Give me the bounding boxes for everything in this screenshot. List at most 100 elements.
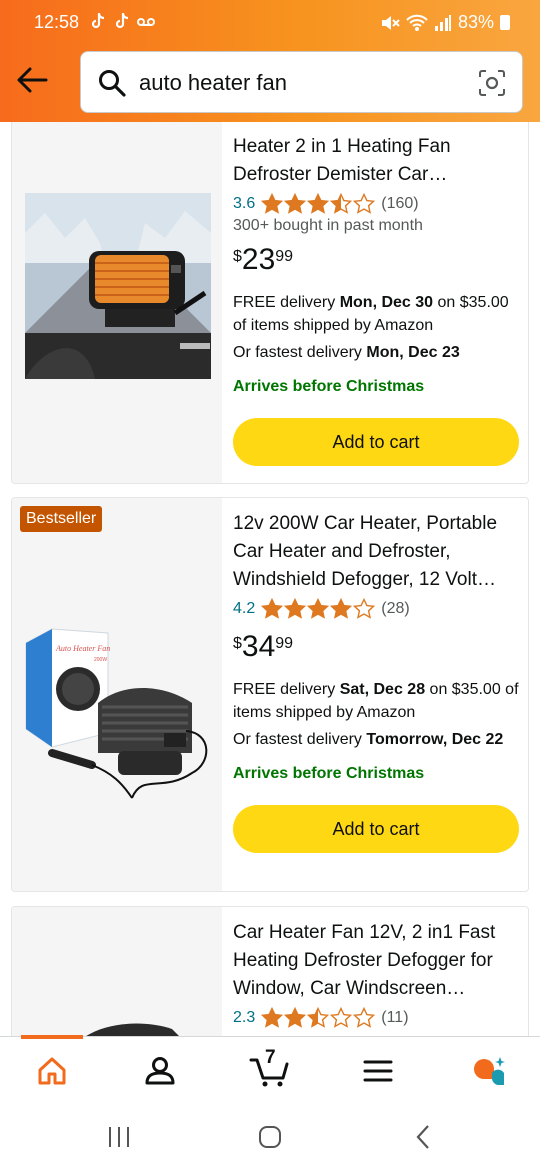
- search-bar[interactable]: auto heater fan: [80, 51, 523, 113]
- product-details: Heater 2 in 1 Heating Fan Defroster Demi…: [233, 122, 523, 466]
- review-count[interactable]: (11): [381, 1009, 408, 1027]
- star-icon: [284, 598, 307, 619]
- price-fraction: 99: [275, 635, 294, 652]
- home-circle-icon: [259, 1126, 281, 1148]
- product-card[interactable]: Heater 2 in 1 Heating Fan Defroster Demi…: [11, 122, 529, 484]
- chevron-left-icon: [416, 1125, 429, 1149]
- star-icon: [353, 193, 376, 214]
- cart-count: 7: [265, 1047, 276, 1068]
- rating-row[interactable]: 3.6 (160): [233, 193, 523, 215]
- notification-icons: [88, 11, 156, 31]
- bestseller-badge: Bestseller: [20, 506, 103, 532]
- product-details: 12v 200W Car Heater, Portable Car Heater…: [233, 498, 523, 853]
- price: $ 23 99: [233, 245, 523, 275]
- add-to-cart-button[interactable]: Add to cart: [233, 805, 519, 853]
- delivery-prefix: FREE delivery: [233, 681, 340, 698]
- fastest-date: Mon, Dec 23: [366, 344, 460, 361]
- status-time: 12:58: [34, 12, 80, 32]
- rating-row[interactable]: 4.2 (28): [233, 598, 523, 620]
- delivery-info: FREE delivery Mon, Dec 30 on $35.00 of i…: [233, 291, 523, 337]
- nav-cart[interactable]: 7: [248, 1047, 292, 1091]
- star-icon: [353, 1007, 376, 1028]
- bottom-nav: 7: [0, 1035, 540, 1104]
- fastest-delivery: Or fastest delivery Mon, Dec 23: [233, 341, 523, 364]
- arrives-before: Arrives before Christmas: [233, 765, 425, 782]
- nav-account[interactable]: [140, 1051, 180, 1091]
- add-to-cart-button[interactable]: Add to cart: [233, 418, 519, 466]
- fastest-date: Tomorrow, Dec 22: [366, 731, 504, 748]
- arrow-left-icon: [17, 67, 48, 93]
- rating-number: 4.2: [233, 600, 256, 617]
- nav-home[interactable]: [32, 1051, 72, 1091]
- delivery-info: FREE delivery Sat, Dec 28 on $35.00 of i…: [233, 678, 523, 724]
- rufus-icon: [474, 1057, 505, 1085]
- fastest-prefix: Or fastest delivery: [233, 344, 367, 361]
- back-button[interactable]: [14, 60, 50, 100]
- rating-number: 2.3: [233, 1009, 256, 1026]
- header: 12:58 83% auto heater fan: [0, 0, 540, 122]
- delivery-prefix: FREE delivery: [233, 294, 340, 311]
- price-whole: 34: [241, 630, 276, 663]
- product-image[interactable]: [82, 1019, 202, 1036]
- star-icon: [330, 598, 353, 619]
- home-system-button[interactable]: [255, 1122, 285, 1152]
- product-image-area[interactable]: [12, 907, 222, 1036]
- camera-icon[interactable]: [478, 69, 506, 97]
- search-results[interactable]: Heater 2 in 1 Heating Fan Defroster Demi…: [0, 122, 540, 1036]
- product-details: Car Heater Fan 12V, 2 in1 Fast Heating D…: [233, 907, 523, 1029]
- status-right: 83%: [380, 12, 510, 33]
- review-count[interactable]: (28): [381, 600, 409, 618]
- product-card[interactable]: Auto Heater Fan 200W Bestseller 12v 200W…: [11, 497, 529, 892]
- review-count[interactable]: (160): [381, 195, 418, 213]
- star-icon: [284, 1007, 307, 1028]
- nav-menu[interactable]: [358, 1051, 398, 1091]
- price: $ 34 99: [233, 632, 523, 662]
- star-icon: [261, 1007, 284, 1028]
- status-bar: 12:58 83%: [0, 0, 540, 46]
- tiktok-icon: [91, 12, 105, 29]
- menu-icon: [363, 1060, 393, 1082]
- star-icon: [284, 193, 307, 214]
- star-icon: [353, 598, 376, 619]
- rating-row[interactable]: 2.3 (11): [233, 1007, 523, 1029]
- active-tab-indicator: [21, 1035, 83, 1039]
- battery-percent: 83%: [457, 12, 494, 32]
- signal-icon: [434, 14, 451, 31]
- nav-rufus[interactable]: [468, 1051, 508, 1091]
- account-icon: [145, 1057, 175, 1085]
- product-image-area[interactable]: [12, 122, 222, 483]
- price-whole: 23: [241, 243, 276, 276]
- star-rating: [261, 1007, 376, 1029]
- back-system-button[interactable]: [408, 1122, 438, 1152]
- arrives-before: Arrives before Christmas: [233, 378, 425, 395]
- battery-icon: [500, 15, 510, 30]
- product-title[interactable]: 12v 200W Car Heater, Portable Car Heater…: [233, 510, 523, 594]
- product-image[interactable]: [25, 193, 211, 379]
- product-card[interactable]: Car Heater Fan 12V, 2 in1 Fast Heating D…: [11, 906, 529, 1036]
- bought-count: 300+ bought in past month: [233, 217, 423, 234]
- star-icon: [307, 1007, 330, 1028]
- product-image-area[interactable]: Auto Heater Fan 200W Bestseller: [12, 498, 222, 891]
- tiktok-icon: [115, 12, 129, 29]
- fastest-prefix: Or fastest delivery: [233, 731, 367, 748]
- voicemail-icon: [137, 18, 155, 26]
- search-icon: [99, 70, 126, 97]
- star-icon: [261, 193, 284, 214]
- wifi-icon: [406, 14, 428, 31]
- star-icon: [307, 598, 330, 619]
- search-input[interactable]: auto heater fan: [139, 70, 287, 96]
- price-symbol: $: [233, 635, 242, 652]
- product-title[interactable]: Heater 2 in 1 Heating Fan Defroster Demi…: [233, 133, 523, 189]
- star-rating: [261, 193, 376, 215]
- star-rating: [261, 598, 376, 620]
- box-wattage: 200W: [94, 657, 107, 663]
- star-icon: [330, 1007, 353, 1028]
- mute-icon: [381, 15, 400, 30]
- recents-button[interactable]: [104, 1122, 134, 1152]
- product-title[interactable]: Car Heater Fan 12V, 2 in1 Fast Heating D…: [233, 919, 523, 1003]
- system-nav-bar: [0, 1104, 540, 1170]
- fastest-delivery: Or fastest delivery Tomorrow, Dec 22: [233, 728, 523, 751]
- product-image[interactable]: Auto Heater Fan 200W: [22, 623, 212, 813]
- delivery-date: Sat, Dec 28: [339, 681, 426, 698]
- delivery-date: Mon, Dec 30: [339, 294, 434, 311]
